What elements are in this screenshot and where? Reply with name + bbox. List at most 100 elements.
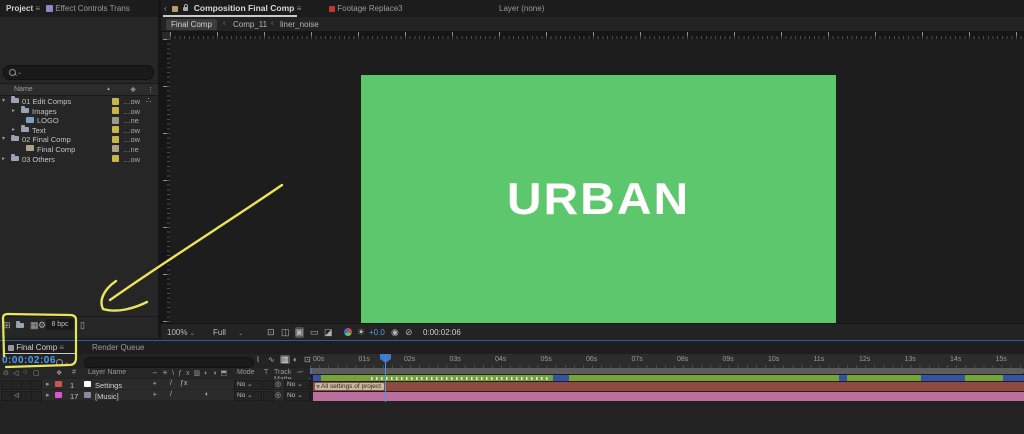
resolution-select[interactable]: Full ⌄ xyxy=(213,328,243,337)
tab-layer-none[interactable]: Layer (none) xyxy=(499,4,544,13)
settings-gear-icon[interactable]: ⚙ xyxy=(38,320,46,331)
comp-time-display[interactable]: 0:00:02:06 xyxy=(423,328,461,337)
region-of-interest-icon[interactable]: ⊡ xyxy=(267,327,275,338)
label-swatch[interactable] xyxy=(112,126,119,134)
mode-select[interactable]: No ⌄ xyxy=(234,380,262,390)
search-icon[interactable] xyxy=(56,359,63,366)
twirl-icon[interactable]: ▸ xyxy=(2,155,5,162)
t-toggle[interactable] xyxy=(263,380,274,390)
collapse-switch[interactable]: ⧾ xyxy=(153,391,157,399)
mask-visibility-icon[interactable]: ▭ xyxy=(310,327,319,338)
bit-depth-button[interactable]: 8 bpc xyxy=(46,319,74,330)
label-column-icon[interactable]: ❖ xyxy=(130,86,136,94)
grid-guides-icon[interactable]: ◫ xyxy=(281,327,290,338)
twirl-icon[interactable]: ▾ xyxy=(2,97,5,104)
quality-switch[interactable]: / xyxy=(170,391,172,398)
video-eye-icon[interactable]: ⊙ xyxy=(3,369,9,377)
label-swatch[interactable] xyxy=(112,145,119,153)
track-matte-select[interactable]: No ⌄ xyxy=(284,380,310,390)
project-columns-header[interactable]: Name ▲ ❖ ⋮ xyxy=(0,83,158,96)
lock-column-icon[interactable]: ▢ xyxy=(33,369,40,377)
horizontal-ruler[interactable] xyxy=(170,31,1024,39)
t-column[interactable]: T xyxy=(264,369,268,376)
music-layer-bar[interactable] xyxy=(313,392,1024,401)
layer-row[interactable]: ▸ 1 Settings ⧾ / ƒx No ⌄ ◎ No ⌄ xyxy=(0,379,310,390)
tab-effect-controls[interactable]: Effect Controls Trans xyxy=(46,4,130,13)
layer-name[interactable]: Settings xyxy=(95,381,122,390)
timeline-search-input[interactable] xyxy=(84,357,254,368)
magnification-select[interactable]: 100% ⌄ xyxy=(167,328,195,337)
label-swatch[interactable] xyxy=(112,107,119,115)
motion-blur-switch[interactable]: ◐ xyxy=(205,391,209,398)
draft-3d-icon[interactable]: ∿ xyxy=(268,355,275,364)
project-item[interactable]: ▸ Text …ow xyxy=(0,125,158,135)
tab-project[interactable]: Project ≡ xyxy=(6,4,40,13)
project-item[interactable]: LOGO …ne xyxy=(0,115,158,125)
breadcrumb-liner-noise[interactable]: liner_noise xyxy=(280,20,319,29)
lock-toggle[interactable] xyxy=(31,391,42,401)
project-item[interactable]: ▸ 03 Others …ow xyxy=(0,153,158,164)
motion-blur-icon[interactable]: ◐ xyxy=(293,355,298,364)
marker-layer-bar[interactable]: All settings of project xyxy=(313,382,1024,391)
layer-label-swatch[interactable] xyxy=(55,392,62,398)
breadcrumb-comp-11[interactable]: Comp_11 xyxy=(233,20,267,29)
frame-blending-icon[interactable]: ▥ xyxy=(280,355,290,364)
interpret-footage-icon[interactable]: ⊞ xyxy=(3,320,11,331)
tab-footage-replace3[interactable]: Footage Replace3 xyxy=(329,4,403,13)
solo-icon[interactable]: ○ xyxy=(23,369,27,376)
mode-select[interactable]: No ⌄ xyxy=(234,391,262,401)
snapshot-region-icon[interactable]: ◪ xyxy=(324,327,333,338)
label-swatch[interactable] xyxy=(112,97,119,105)
project-item[interactable]: ▾ 01 Edit Comps …ow ∴ xyxy=(0,96,158,106)
project-item[interactable]: ▸ Images …ow xyxy=(0,105,158,116)
collapse-switch[interactable]: ⧾ xyxy=(153,380,157,388)
project-search-input[interactable]: ⌄ xyxy=(3,65,154,80)
column-name[interactable]: Name xyxy=(14,86,33,93)
layer-name-column[interactable]: Layer Name xyxy=(88,369,126,376)
label-swatch[interactable] xyxy=(112,135,119,143)
layer-label-swatch[interactable] xyxy=(55,381,62,387)
transparency-grid-icon[interactable]: ▣ xyxy=(295,327,304,338)
panel-menu-icon[interactable]: ≡ xyxy=(297,4,302,13)
camera-snapshot-icon[interactable]: ◉ xyxy=(391,327,399,338)
time-ruler[interactable]: 00s 01s 02s 03s 04s 05s 06s 07s 08s 09s 10s 11s 12s 1… xyxy=(310,354,1024,369)
parent-link-icons[interactable]: ▫⌐ xyxy=(297,369,304,376)
label-column-icon[interactable]: ❖ xyxy=(56,369,62,377)
t-toggle[interactable] xyxy=(263,391,274,401)
vertical-ruler[interactable] xyxy=(161,39,170,323)
mode-column[interactable]: Mode xyxy=(237,369,255,376)
current-time-display[interactable]: 0:00:02:06 xyxy=(2,355,56,366)
trash-icon[interactable]: ▯ xyxy=(80,320,85,331)
exposure-value[interactable]: +0.0 xyxy=(369,328,385,337)
twirl-icon[interactable]: ▸ xyxy=(46,391,50,399)
audio-speaker-icon[interactable]: ◁ xyxy=(13,369,18,377)
composition-viewer[interactable]: URBAN xyxy=(170,39,1024,323)
exposure-icon[interactable]: ☀ xyxy=(357,327,365,338)
back-chevron-icon[interactable]: ‹ xyxy=(164,4,167,13)
layer-name[interactable]: [Music] xyxy=(95,392,119,401)
twirl-icon[interactable]: ▸ xyxy=(46,380,50,388)
panel-menu-icon[interactable]: ≡ xyxy=(59,343,64,352)
breadcrumb-final-comp[interactable]: Final Comp xyxy=(166,18,217,30)
new-folder-icon[interactable] xyxy=(16,321,24,328)
project-item[interactable]: Final Comp …ne xyxy=(0,144,158,154)
tab-composition-final-comp[interactable]: Composition Final Comp ≡ xyxy=(172,3,301,13)
more-icon[interactable]: ⋮ xyxy=(147,86,154,94)
link-icon[interactable]: ⊘ xyxy=(405,327,413,338)
settings-layer-bar[interactable] xyxy=(313,375,1024,381)
layer-graph-area[interactable]: All settings of project xyxy=(310,374,1024,402)
lock-toggle[interactable] xyxy=(31,380,42,390)
channel-rgb-icon[interactable] xyxy=(344,328,352,336)
fx-switch[interactable]: ƒx xyxy=(180,380,187,387)
panel-menu-icon[interactable]: ≡ xyxy=(35,4,40,13)
quality-switch[interactable]: / xyxy=(170,380,172,387)
sort-icon[interactable]: ▲ xyxy=(106,86,111,92)
layer-marker-label[interactable]: All settings of project xyxy=(315,383,384,390)
twirl-icon[interactable]: ▸ xyxy=(12,126,15,133)
tab-render-queue[interactable]: Render Queue xyxy=(92,343,144,352)
comp-mini-flowchart-icon[interactable]: ⌇ xyxy=(256,355,260,364)
lock-icon[interactable] xyxy=(183,4,189,11)
label-swatch[interactable] xyxy=(112,116,119,124)
twirl-icon[interactable]: ▾ xyxy=(2,135,5,142)
tab-timeline-final-comp[interactable]: Final Comp ≡ xyxy=(8,343,64,352)
